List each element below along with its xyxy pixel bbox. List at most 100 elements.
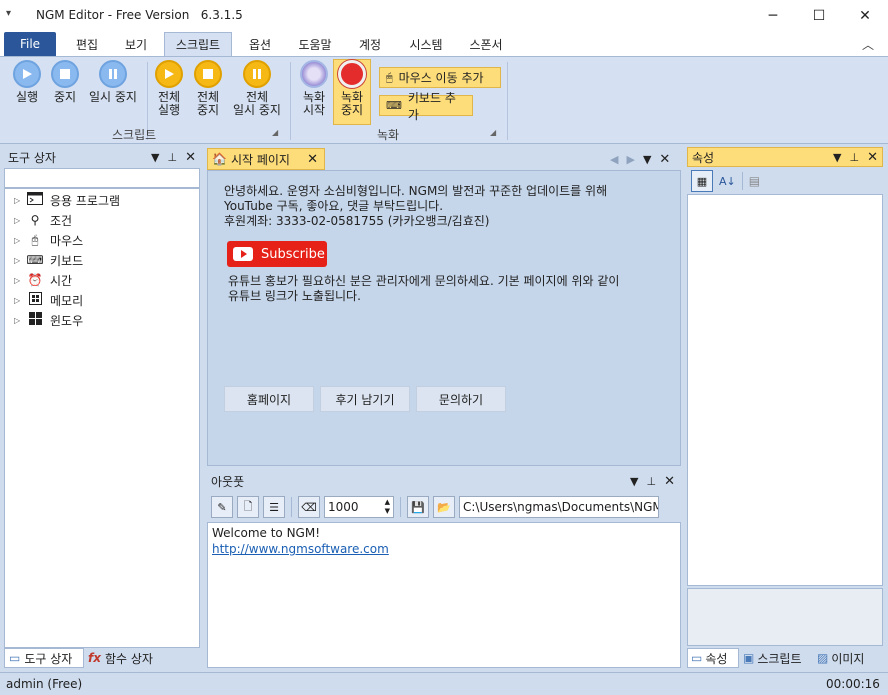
terminal-icon	[26, 192, 44, 208]
close-icon[interactable]: ✕	[664, 474, 675, 489]
output-log: Welcome to NGM! http://www.ngmsoftware.c…	[207, 522, 681, 668]
tab-view[interactable]: 보기	[112, 32, 160, 56]
add-mouse-move-button[interactable]: 🖱 마우스 이동 추가	[379, 67, 501, 88]
pause-button[interactable]: 일시 중지	[84, 60, 142, 104]
website-link[interactable]: http://www.ngmsoftware.com	[212, 541, 676, 557]
expand-arrow-icon[interactable]: ▷	[14, 316, 26, 325]
dialog-launcher-icon[interactable]: ◢	[272, 128, 278, 137]
tab-account[interactable]: 계정	[346, 32, 394, 56]
youtube-subscribe-button[interactable]: Subscribe	[227, 241, 327, 267]
review-button[interactable]: 후기 남기기	[320, 386, 410, 412]
tab-properties[interactable]: ▭ 속성	[687, 648, 739, 668]
record-start-button[interactable]: 녹화 시작	[296, 60, 332, 117]
pause-all-button[interactable]: 전체 일시 중지	[229, 60, 285, 117]
chevron-down-icon[interactable]: ▼	[630, 475, 638, 488]
windows-icon	[26, 312, 44, 328]
save-icon[interactable]: 💾	[407, 496, 429, 518]
close-icon[interactable]: ✕	[659, 152, 670, 167]
sort-az-icon[interactable]: A↓	[719, 175, 736, 188]
property-pages-icon[interactable]: ▤	[749, 174, 760, 188]
close-window-button[interactable]: ✕	[842, 0, 888, 32]
list-icon[interactable]: ☰	[263, 496, 285, 518]
tree-item-window[interactable]: ▷ 윈도우	[14, 310, 83, 330]
stop-button[interactable]: 중지	[48, 60, 82, 104]
chevron-down-icon[interactable]: ▼	[643, 153, 651, 166]
window-title: NGM Editor - Free Version 6.3.1.5	[36, 8, 243, 22]
toolbox-icon: ▭	[9, 651, 21, 665]
record-stop-button[interactable]: 녹화 중지	[334, 60, 370, 117]
open-folder-icon[interactable]: 📂	[433, 496, 455, 518]
homepage-button[interactable]: 홈페이지	[224, 386, 314, 412]
tab-system[interactable]: 시스템	[398, 32, 454, 56]
eraser-icon[interactable]: ⌫	[298, 496, 320, 518]
toolbar-separator	[400, 497, 401, 517]
quick-access-dropdown-icon[interactable]: ▾	[6, 8, 11, 19]
ribbon-separator	[507, 62, 508, 140]
record-start-icon	[300, 60, 328, 88]
tab-toolbox[interactable]: ▭ 도구 상자	[4, 648, 84, 668]
keyboard-icon: ⌨	[386, 99, 402, 112]
clear-log-icon[interactable]: ✎	[211, 496, 233, 518]
property-description	[687, 588, 883, 646]
promo-notice: 유튜브 홍보가 필요하신 분은 관리자에게 문의하세요. 기본 페이지에 위와 …	[228, 274, 620, 303]
tree-item-condition[interactable]: ▷ ⚲ 조건	[14, 210, 72, 230]
tab-file[interactable]: File	[4, 32, 56, 56]
run-all-button[interactable]: 전체 실행	[151, 60, 187, 117]
tree-item-time[interactable]: ▷ ⏰ 시간	[14, 270, 72, 290]
contact-button[interactable]: 문의하기	[416, 386, 506, 412]
image-icon: ▨	[817, 651, 829, 665]
ribbon-collapse-icon[interactable]: ︿	[862, 36, 874, 53]
memory-icon	[26, 292, 44, 308]
tab-function-box[interactable]: fx 함수 상자	[84, 648, 160, 668]
tab-start-page[interactable]: 🏠 시작 페이지 ✕	[207, 148, 325, 170]
expand-arrow-icon[interactable]: ▷	[14, 276, 26, 285]
stop-icon	[51, 60, 79, 88]
interval-stepper[interactable]: 1000 ▲ ▼	[324, 496, 394, 518]
tab-script-panel[interactable]: ▣ 스크립트	[740, 648, 812, 668]
tree-item-memory[interactable]: ▷ 메모리	[14, 290, 83, 310]
close-icon[interactable]: ✕	[867, 150, 878, 165]
pin-icon[interactable]: ⊥	[168, 151, 178, 164]
toolbar-separator	[741, 172, 743, 190]
new-file-icon[interactable]: 🗋	[237, 496, 259, 518]
close-icon[interactable]: ✕	[307, 152, 318, 167]
close-icon[interactable]: ✕	[185, 150, 196, 165]
tab-help[interactable]: 도움말	[290, 32, 340, 56]
tree-item-application[interactable]: ▷ 응용 프로그램	[14, 190, 120, 210]
toolbox-search-input[interactable]	[4, 168, 200, 188]
tab-image[interactable]: ▨ 이미지	[814, 648, 880, 668]
output-toolbar: ✎ 🗋 ☰ ⌫ 1000 ▲ ▼ 💾 📂 C:\Users\ngmas\Docum…	[207, 493, 681, 521]
home-icon: 🏠	[212, 152, 227, 166]
run-button[interactable]: 실행	[8, 60, 46, 104]
clock-icon: ⏰	[27, 273, 43, 287]
toolbox-titlebar: 도구 상자 ▼ ⊥ ✕	[4, 147, 200, 167]
scroll-right-icon[interactable]: ▶	[626, 153, 634, 166]
function-icon: fx	[88, 651, 101, 665]
pause-icon	[243, 60, 271, 88]
tree-item-keyboard[interactable]: ▷ ⌨ 키보드	[14, 250, 83, 270]
chevron-down-icon[interactable]: ▼	[833, 151, 841, 164]
expand-arrow-icon[interactable]: ▷	[14, 256, 26, 265]
pin-icon[interactable]: ⊥	[850, 151, 860, 164]
chevron-down-icon[interactable]: ▼	[151, 151, 159, 164]
scroll-left-icon[interactable]: ◀	[610, 153, 618, 166]
categorized-icon[interactable]: ▦	[691, 170, 713, 192]
property-grid	[687, 194, 883, 586]
tab-options[interactable]: 옵션	[236, 32, 284, 56]
tab-sponsor[interactable]: 스폰서	[458, 32, 514, 56]
tree-item-mouse[interactable]: ▷ 🖰 마우스	[14, 230, 83, 250]
add-keyboard-button[interactable]: ⌨ 키보드 추가	[379, 91, 473, 122]
expand-arrow-icon[interactable]: ▷	[14, 196, 26, 205]
expand-arrow-icon[interactable]: ▷	[14, 216, 26, 225]
expand-arrow-icon[interactable]: ▷	[14, 296, 26, 305]
minimize-button[interactable]: ─	[750, 0, 796, 32]
maximize-button[interactable]: ☐	[796, 0, 842, 32]
pin-icon[interactable]: ⊥	[647, 475, 657, 488]
log-path-field[interactable]: C:\Users\ngmas\Documents\NGM6\	[459, 496, 659, 518]
stepper-arrows-icon[interactable]: ▲ ▼	[385, 498, 393, 516]
dialog-launcher-icon[interactable]: ◢	[490, 128, 496, 137]
tab-edit[interactable]: 편집	[62, 32, 112, 56]
tab-script[interactable]: 스크립트	[164, 32, 232, 56]
stop-all-button[interactable]: 전체 중지	[190, 60, 226, 117]
expand-arrow-icon[interactable]: ▷	[14, 236, 26, 245]
